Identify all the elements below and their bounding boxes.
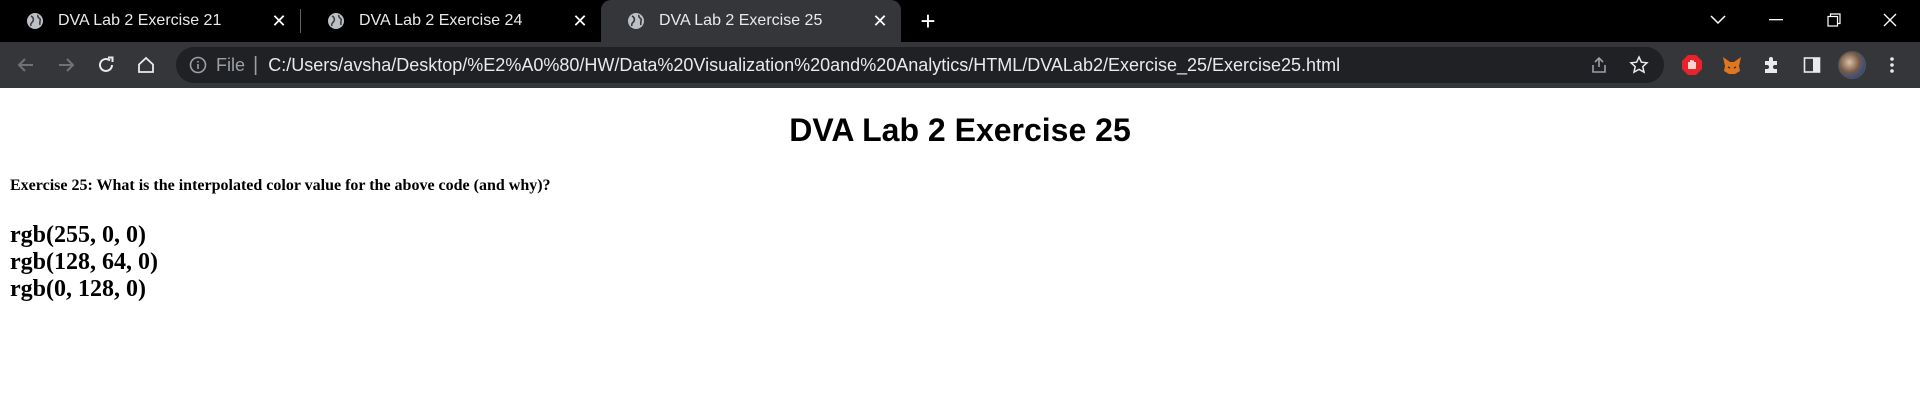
avatar <box>1838 51 1866 79</box>
tab-exercise-24[interactable]: DVA Lab 2 Exercise 24 ✕ <box>301 0 601 42</box>
answer-rgb-interpolated: rgb(128, 64, 0) <box>10 249 158 275</box>
home-icon[interactable] <box>126 45 166 85</box>
profile-avatar[interactable] <box>1832 45 1872 85</box>
answer-rgb-end: rgb(0, 128, 0) <box>10 276 146 302</box>
close-tab-icon[interactable]: ✕ <box>867 8 893 34</box>
minimize-icon[interactable] <box>1748 0 1804 40</box>
answer-list: rgb(255, 0, 0) rgb(128, 64, 0) rgb(0, 12… <box>10 222 158 303</box>
page-content: DVA Lab 2 Exercise 25 Exercise 25: What … <box>0 88 1920 411</box>
side-panel-icon[interactable] <box>1792 45 1832 85</box>
close-tab-icon[interactable]: ✕ <box>266 8 292 34</box>
tab-exercise-21[interactable]: DVA Lab 2 Exercise 21 ✕ <box>0 0 300 42</box>
arrow-right-icon[interactable] <box>46 45 86 85</box>
exercise-question: Exercise 25: What is the interpolated co… <box>10 177 551 194</box>
stop-hand-extension-icon[interactable] <box>1672 45 1712 85</box>
puzzle-icon[interactable] <box>1752 45 1792 85</box>
close-tab-icon[interactable]: ✕ <box>567 8 593 34</box>
page-title: DVA Lab 2 Exercise 25 <box>789 112 1131 148</box>
fox-extension-icon[interactable] <box>1712 45 1752 85</box>
arrow-left-icon[interactable] <box>6 45 46 85</box>
tab-title: DVA Lab 2 Exercise 24 <box>359 12 523 29</box>
url-text[interactable]: C:/Users/avsha/Desktop/%E2%A0%80/HW/Data… <box>268 55 1340 76</box>
extensions-area <box>1672 42 1912 88</box>
new-tab-button[interactable]: + <box>911 4 945 38</box>
info-icon[interactable] <box>188 55 208 75</box>
share-icon[interactable] <box>1582 48 1616 82</box>
restore-icon[interactable] <box>1806 0 1862 40</box>
scheme-label: File <box>216 54 246 75</box>
tab-exercise-25[interactable]: DVA Lab 2 Exercise 25 ✕ <box>601 0 901 42</box>
answer-rgb-start: rgb(255, 0, 0) <box>10 222 146 248</box>
tab-title: DVA Lab 2 Exercise 21 <box>58 12 222 29</box>
close-window-icon[interactable] <box>1862 0 1918 40</box>
star-icon[interactable] <box>1622 48 1656 82</box>
globe-icon <box>327 12 345 30</box>
reload-icon[interactable] <box>86 45 126 85</box>
kebab-menu-icon[interactable] <box>1872 45 1912 85</box>
globe-icon <box>627 12 645 30</box>
browser-toolbar: File | C:/Users/avsha/Desktop/%E2%A0%80/… <box>0 42 1920 88</box>
tab-strip: DVA Lab 2 Exercise 21 ✕ DVA Lab 2 Exerci… <box>0 0 1920 42</box>
address-bar[interactable]: File | C:/Users/avsha/Desktop/%E2%A0%80/… <box>176 47 1664 83</box>
tab-search-chevron-icon[interactable] <box>1690 0 1746 40</box>
tab-title: DVA Lab 2 Exercise 25 <box>659 12 823 29</box>
globe-icon <box>26 12 44 30</box>
scheme-divider: | <box>253 53 259 76</box>
